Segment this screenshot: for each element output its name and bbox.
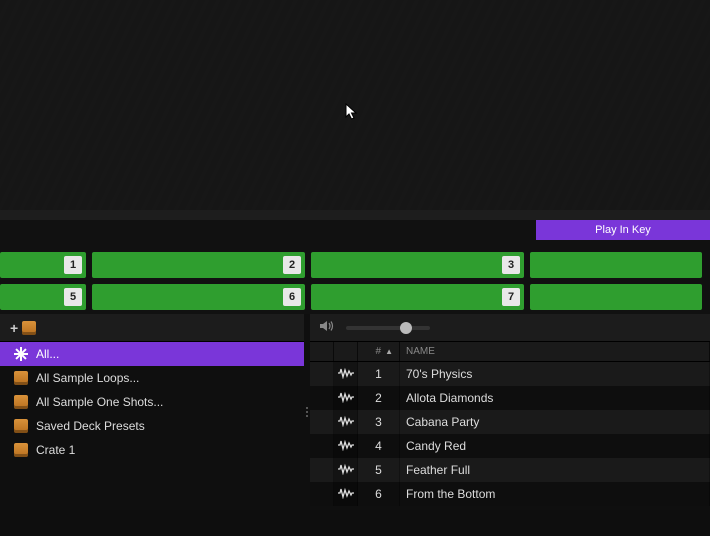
table-body: 170's Physics2Allota Diamonds3Cabana Par… — [310, 362, 710, 510]
column-number-label: # — [376, 346, 382, 357]
sidebar-item[interactable]: All... — [0, 342, 304, 366]
sidebar-item-label: Saved Deck Presets — [36, 419, 145, 433]
crate-icon — [14, 371, 28, 385]
plus-icon: + — [10, 320, 18, 336]
cell-spacer — [310, 410, 334, 434]
table-row[interactable]: 3Cabana Party — [310, 410, 710, 434]
sample-pad-7[interactable]: 7 — [311, 284, 524, 310]
table-row[interactable]: 170's Physics — [310, 362, 710, 386]
column-name-label: NAME — [406, 346, 435, 357]
divider-strip — [0, 210, 710, 220]
sidebar-item-label: All Sample Loops... — [36, 371, 139, 385]
preview-volume-row — [310, 314, 710, 342]
column-number[interactable]: # ▲ — [358, 342, 400, 361]
cell-name: Candy Red — [400, 434, 710, 458]
pad-number: 6 — [283, 288, 301, 306]
sidebar-item-label: Crate 1 — [36, 443, 75, 457]
crate-icon — [14, 419, 28, 433]
table-row[interactable]: 6From the Bottom — [310, 482, 710, 506]
cell-spacer — [310, 386, 334, 410]
cell-name: Allota Diamonds — [400, 386, 710, 410]
table-row[interactable]: 4Candy Red — [310, 434, 710, 458]
sort-asc-icon: ▲ — [385, 347, 393, 356]
column-waveform[interactable] — [334, 342, 358, 361]
pad-number: 2 — [283, 256, 301, 274]
slider-thumb[interactable] — [400, 322, 412, 334]
play-in-key-button[interactable]: Play In Key — [536, 220, 710, 240]
waveform-icon — [338, 439, 354, 454]
crate-icon — [14, 395, 28, 409]
cursor-icon — [345, 103, 359, 121]
table-row[interactable]: 5Feather Full — [310, 458, 710, 482]
waveform-icon — [338, 367, 354, 382]
pad-number: 7 — [502, 288, 520, 306]
cell-spacer — [310, 458, 334, 482]
column-name[interactable]: NAME — [400, 342, 710, 361]
workspace-area — [0, 0, 710, 210]
cell-waveform[interactable] — [334, 434, 358, 458]
cell-name: Feather Full — [400, 458, 710, 482]
track-panel: # ▲ NAME 170's Physics2Allota Diamonds3C… — [310, 314, 710, 510]
cell-number: 5 — [358, 458, 400, 482]
sample-pad-3[interactable]: 3 — [311, 252, 524, 278]
sample-pad-5[interactable]: 5 — [0, 284, 86, 310]
preview-volume-slider[interactable] — [346, 326, 430, 330]
pad-number: 1 — [64, 256, 82, 274]
sidebar-item[interactable]: All Sample Loops... — [0, 366, 304, 390]
waveform-icon — [338, 487, 354, 502]
cell-spacer — [310, 434, 334, 458]
sampler-pad-grid: 1 2 3 5 6 7 — [0, 248, 710, 314]
cell-waveform[interactable] — [334, 410, 358, 434]
sidebar-item[interactable]: All Sample One Shots... — [0, 390, 304, 414]
cell-number: 4 — [358, 434, 400, 458]
table-row[interactable]: 2Allota Diamonds — [310, 386, 710, 410]
crate-icon — [14, 443, 28, 457]
sample-pad-4[interactable] — [530, 252, 702, 278]
cell-name: Cabana Party — [400, 410, 710, 434]
spark-icon — [14, 347, 28, 361]
pad-number: 5 — [64, 288, 82, 306]
cell-number: 2 — [358, 386, 400, 410]
cell-spacer — [310, 362, 334, 386]
sample-pad-6[interactable]: 6 — [92, 284, 305, 310]
cell-waveform[interactable] — [334, 458, 358, 482]
sample-pad-2[interactable]: 2 — [92, 252, 305, 278]
cell-spacer — [310, 482, 334, 506]
pad-number: 3 — [502, 256, 520, 274]
cell-number: 3 — [358, 410, 400, 434]
cell-number: 6 — [358, 482, 400, 506]
cell-number: 1 — [358, 362, 400, 386]
add-crate-button[interactable]: + — [0, 314, 304, 342]
sidebar-item[interactable]: Saved Deck Presets — [0, 414, 304, 438]
sidebar: + All... All Sample Loops... All Sample On… — [0, 314, 304, 510]
cell-name: From the Bottom — [400, 482, 710, 506]
sample-pad-8[interactable] — [530, 284, 702, 310]
speaker-icon — [320, 320, 334, 335]
browser-area: + All... All Sample Loops... All Sample On… — [0, 314, 710, 510]
column-spacer — [310, 342, 334, 361]
waveform-icon — [338, 463, 354, 478]
toolbar-row: Play In Key — [0, 220, 710, 248]
sample-pad-1[interactable]: 1 — [0, 252, 86, 278]
waveform-icon — [338, 415, 354, 430]
cell-name: 70's Physics — [400, 362, 710, 386]
sidebar-list: All... All Sample Loops... All Sample One … — [0, 342, 304, 510]
cell-waveform[interactable] — [334, 362, 358, 386]
sidebar-item-label: All... — [36, 347, 59, 361]
crate-icon — [22, 321, 36, 335]
cell-waveform[interactable] — [334, 386, 358, 410]
table-header: # ▲ NAME — [310, 342, 710, 362]
waveform-icon — [338, 391, 354, 406]
sidebar-item-label: All Sample One Shots... — [36, 395, 163, 409]
sidebar-item[interactable]: Crate 1 — [0, 438, 304, 462]
cell-waveform[interactable] — [334, 482, 358, 506]
